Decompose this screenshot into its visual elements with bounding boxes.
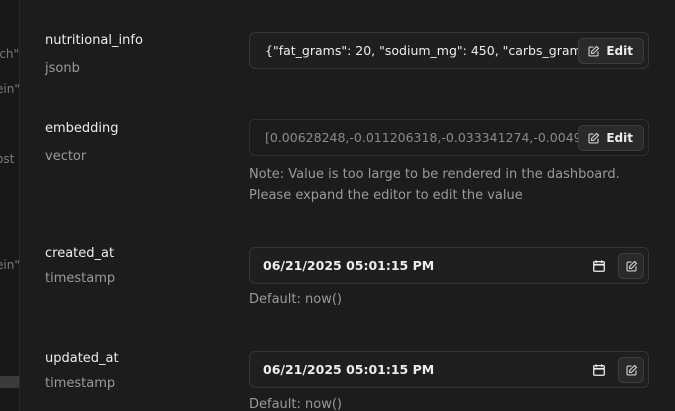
background-table-strip: ich" ein" ost ein": [0, 0, 20, 411]
updated-at-value: 06/21/2025 05:01:15 PM: [263, 362, 435, 377]
background-cell-text: ost: [0, 152, 15, 166]
nutritional-info-input[interactable]: {"fat_grams": 20, "sodium_mg": 450, "car…: [249, 32, 649, 69]
field-type-nutritional-info: jsonb: [45, 61, 80, 76]
background-cell-text: ich": [0, 47, 20, 61]
nutritional-info-edit-button[interactable]: Edit: [578, 38, 644, 64]
edit-icon: [588, 132, 600, 144]
embedding-value: [0.00628248,-0.011206318,-0.033341274,-0…: [265, 130, 606, 145]
updated-at-edit-button[interactable]: [618, 357, 644, 383]
field-type-updated-at: timestamp: [45, 376, 116, 391]
edit-button-label: Edit: [606, 44, 633, 58]
embedding-note: Note: Value is too large to be rendered …: [249, 167, 620, 203]
field-name-updated-at: updated_at: [45, 351, 119, 366]
edit-icon: [625, 260, 637, 272]
field-type-embedding: vector: [45, 149, 87, 164]
calendar-icon[interactable]: [592, 363, 606, 377]
edit-button-label: Edit: [606, 131, 633, 145]
edit-icon: [625, 364, 637, 376]
row-editor-panel: nutritional_info jsonb {"fat_grams": 20,…: [21, 0, 675, 411]
calendar-icon[interactable]: [592, 259, 606, 273]
embedding-edit-button[interactable]: Edit: [578, 125, 644, 151]
edit-icon: [588, 45, 600, 57]
field-name-nutritional-info: nutritional_info: [45, 33, 143, 48]
embedding-input[interactable]: [0.00628248,-0.011206318,-0.033341274,-0…: [249, 119, 649, 156]
updated-at-input[interactable]: 06/21/2025 05:01:15 PM: [249, 351, 649, 388]
background-scrollbar: [0, 376, 19, 388]
created-at-edit-button[interactable]: [618, 253, 644, 279]
created-at-default: Default: now(): [249, 292, 342, 307]
created-at-input[interactable]: 06/21/2025 05:01:15 PM: [249, 247, 649, 284]
background-cell-text: ein": [0, 82, 20, 96]
created-at-value: 06/21/2025 05:01:15 PM: [263, 258, 435, 273]
updated-at-default: Default: now(): [249, 397, 342, 411]
background-cell-text: ein": [0, 258, 20, 272]
field-name-created-at: created_at: [45, 246, 115, 261]
nutritional-info-value: {"fat_grams": 20, "sodium_mg": 450, "car…: [265, 43, 619, 58]
field-type-created-at: timestamp: [45, 271, 116, 286]
field-name-embedding: embedding: [45, 121, 119, 136]
